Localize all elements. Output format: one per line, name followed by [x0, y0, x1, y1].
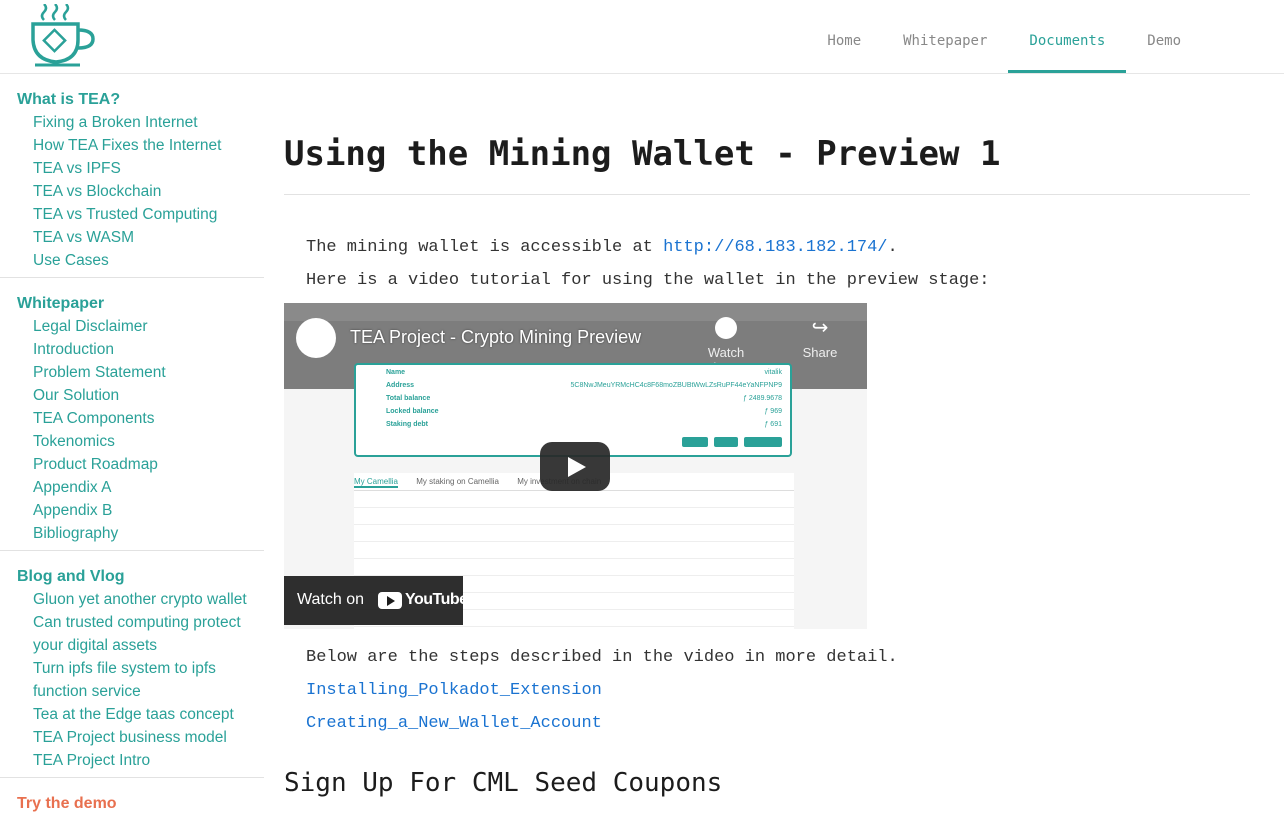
nav-demo[interactable]: Demo — [1126, 0, 1202, 73]
table-row — [354, 525, 794, 542]
nav-home[interactable]: Home — [806, 0, 882, 73]
sidebar-item[interactable]: Bibliography — [0, 522, 264, 545]
table-row — [354, 542, 794, 559]
card-row-value: vitalik — [764, 369, 782, 376]
sidebar-item[interactable]: Turn ipfs file system to ipfs function s… — [0, 657, 241, 703]
card-row-label: Locked balance — [386, 408, 439, 415]
card-button — [714, 437, 738, 447]
play-button[interactable] — [540, 442, 610, 491]
wallet-url-link[interactable]: http://68.183.182.174/ — [663, 238, 887, 257]
table-row — [354, 508, 794, 525]
tea-cup-logo[interactable] — [30, 4, 98, 68]
installing-polkadot-extension-link[interactable]: Installing_Polkadot_Extension — [306, 681, 602, 700]
sidebar-item[interactable]: TEA Project Intro — [0, 749, 264, 772]
share-label: Share — [802, 345, 838, 360]
sidebar-item[interactable]: Product Roadmap — [0, 453, 264, 476]
watch-on-label: Watch on — [297, 591, 364, 608]
sidebar-item[interactable]: Fixing a Broken Internet — [0, 111, 264, 134]
sidebar-item[interactable]: Can trusted computing protect your digit… — [0, 611, 263, 657]
intro-paragraph: The mining wallet is accessible at http:… — [284, 236, 1250, 260]
nav-documents[interactable]: Documents — [1008, 0, 1127, 73]
channel-avatar-icon[interactable] — [296, 318, 336, 358]
sidebar-item[interactable]: Legal Disclaimer — [0, 315, 264, 338]
sidebar-item[interactable]: TEA vs Blockchain — [0, 180, 264, 203]
creating-wallet-account-link[interactable]: Creating_a_New_Wallet_Account — [306, 714, 602, 733]
sidebar-section-title[interactable]: Blog and Vlog — [0, 565, 264, 588]
main-nav: Home Whitepaper Documents Demo — [806, 0, 1202, 73]
card-row-value: 5C8NwJMeuYRMcHC4c8F68moZBUBtWwLZsRuPF44e… — [570, 382, 782, 389]
card-row-value: ƒ 2489.9678 — [743, 395, 782, 402]
sidebar-item[interactable]: TEA Components — [0, 407, 264, 430]
youtube-wordmark: YouTube — [405, 591, 468, 608]
intro-text: The mining wallet is accessible at — [306, 238, 664, 257]
sidebar-item[interactable]: Tokenomics — [0, 430, 264, 453]
video-intro-text: Here is a video tutorial for using the w… — [306, 271, 990, 290]
share-button[interactable]: ↪ Share — [798, 317, 842, 360]
video-tab: My Camellia — [354, 477, 399, 488]
video-browser-bar — [284, 303, 867, 321]
sidebar: What is TEA? Fixing a Broken Internet Ho… — [0, 74, 264, 820]
sidebar-item[interactable]: Use Cases — [0, 249, 264, 272]
sidebar-item[interactable]: Our Solution — [0, 384, 264, 407]
table-row — [354, 491, 794, 508]
sidebar-item[interactable]: TEA vs Trusted Computing — [0, 203, 264, 226]
card-row-value: ƒ 969 — [764, 408, 782, 415]
sidebar-item[interactable]: TEA Project business model — [0, 726, 264, 749]
youtube-play-icon — [378, 591, 402, 609]
youtube-logo: YouTube — [378, 591, 468, 609]
card-button — [744, 437, 782, 447]
main-content: Using the Mining Wallet - Preview 1 The … — [284, 74, 1250, 798]
nav-whitepaper[interactable]: Whitepaper — [882, 0, 1008, 73]
sidebar-section-what-is-tea: What is TEA? Fixing a Broken Internet Ho… — [0, 74, 264, 278]
video-title[interactable]: TEA Project - Crypto Mining Preview — [350, 327, 641, 348]
share-icon: ↪ — [811, 317, 829, 339]
sidebar-section-title[interactable]: Try the demo — [0, 792, 264, 815]
sidebar-item[interactable]: Introduction — [0, 338, 264, 361]
card-button — [682, 437, 708, 447]
video-tab: My staking on Camellia — [416, 477, 499, 486]
site-header: Home Whitepaper Documents Demo — [0, 0, 1284, 74]
title-divider — [284, 194, 1250, 195]
sidebar-item[interactable]: Problem Statement — [0, 361, 264, 384]
sidebar-item[interactable]: How TEA Fixes the Internet — [0, 134, 264, 157]
watch-on-youtube-button[interactable]: Watch on YouTube — [284, 576, 468, 625]
steps-link-line: Creating_a_New_Wallet_Account — [284, 712, 1250, 736]
card-row-label: Address — [386, 382, 415, 389]
sidebar-section-blog: Blog and Vlog Gluon yet another crypto w… — [0, 551, 264, 778]
section-heading: Sign Up For CML Seed Coupons — [284, 768, 723, 798]
card-row-value: ƒ 691 — [764, 421, 782, 428]
sidebar-section-whitepaper: Whitepaper Legal Disclaimer Introduction… — [0, 278, 264, 551]
card-row-label: Name — [386, 369, 406, 376]
card-row-label: Total balance — [386, 395, 431, 402]
sidebar-item[interactable]: Tea at the Edge taas concept — [0, 703, 264, 726]
steps-link-line: Installing_Polkadot_Extension — [284, 679, 1250, 703]
clock-icon — [715, 317, 737, 339]
sidebar-section-title[interactable]: What is TEA? — [0, 88, 264, 111]
youtube-video-embed[interactable]: TEA Project - Crypto Mining Preview Watc… — [284, 303, 867, 629]
sidebar-item[interactable]: TEA vs WASM — [0, 226, 264, 249]
table-row — [354, 559, 794, 576]
sidebar-section-title[interactable]: Whitepaper — [0, 292, 264, 315]
card-row-label: Staking debt — [386, 421, 429, 428]
sidebar-item[interactable]: Gluon yet another crypto wallet — [0, 588, 264, 611]
sidebar-item[interactable]: Appendix B — [0, 499, 264, 522]
sidebar-item[interactable]: Appendix A — [0, 476, 264, 499]
sidebar-item[interactable]: TEA vs IPFS — [0, 157, 264, 180]
intro-end: . — [887, 238, 898, 257]
sidebar-section-demo: Try the demo — [0, 778, 264, 820]
page-title: Using the Mining Wallet - Preview 1 — [284, 134, 1001, 174]
steps-intro-text: Below are the steps described in the vid… — [306, 648, 898, 667]
